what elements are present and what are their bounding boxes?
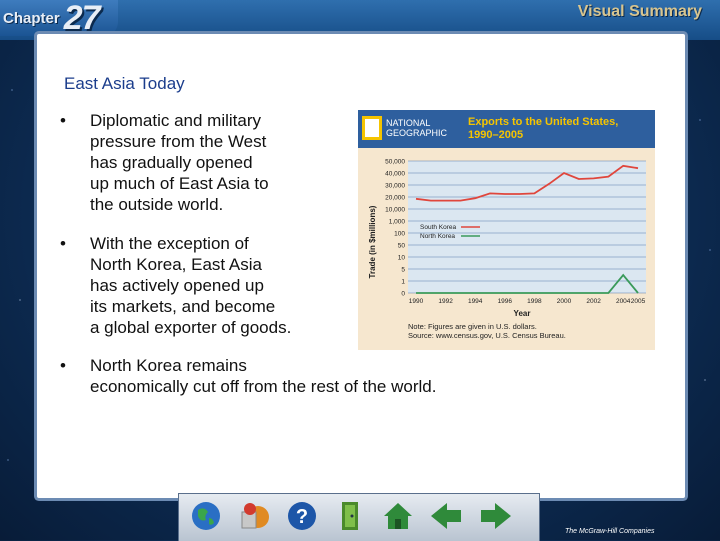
y-tick-label: 10 [398,255,406,262]
shapes-icon[interactable] [237,499,271,533]
y-tick-label: 1 [401,279,405,286]
globe-icon[interactable] [189,499,223,533]
y-tick-label: 50,000 [385,159,405,166]
x-tick-label: 2000 [557,298,572,305]
x-tick-label: 1998 [527,298,542,305]
x-tick-label: 2005 [631,298,646,305]
y-tick-label: 50 [398,243,406,250]
x-tick-label: 1992 [438,298,453,305]
y-axis-label: Trade (in $millions) [368,205,377,278]
publisher-label: The McGraw-Hill Companies [565,528,655,535]
exit-icon[interactable] [333,499,367,533]
bullet-dot: • [60,234,66,253]
navigation-bar: ? [178,493,540,541]
note-line-2: Source: www.census.gov, U.S. Census Bure… [408,331,566,340]
home-icon[interactable] [381,499,415,533]
back-icon[interactable] [429,499,463,533]
bullet-dot: • [60,111,66,130]
y-tick-label: 40,000 [385,171,405,178]
section-label: Visual Summary [577,3,702,20]
chart-figure: NATIONAL GEOGRAPHIC Exports to the Unite… [358,110,655,350]
y-tick-label: 0 [401,291,405,298]
chapter-tab: Chapter 27 [0,0,118,37]
x-tick-label: 1990 [409,298,424,305]
bullet-text: With the exception of North Korea, East … [90,234,292,337]
figure-note: Note: Figures are given in U.S. dollars.… [408,322,566,340]
x-tick-label: 2002 [586,298,601,305]
forward-icon[interactable] [479,499,513,533]
y-tick-label: 20,000 [385,195,405,202]
x-tick-label: 1996 [498,298,513,305]
bullet-dot: • [60,356,66,375]
line-chart: 0 1 5 10 50 100 1,000 10,000 20,000 30,000 40,000 5… [368,159,646,318]
slide-title: East Asia Today [64,74,185,93]
svg-text:?: ? [296,506,308,528]
bullet-text: Diplomatic and military pressure from th… [90,111,269,214]
chapter-word: Chapter [3,9,60,27]
y-tick-label: 30,000 [385,183,405,190]
bullet-text: North Korea remains economically cut off… [90,356,437,396]
y-tick-label: 1,000 [389,219,406,226]
y-tick-label: 10,000 [385,207,405,214]
chapter-number: 27 [63,0,101,37]
help-icon[interactable]: ? [285,499,319,533]
x-tick-label: 2004 [616,298,631,305]
legend-label: North Korea [420,233,455,240]
x-tick-label: 1994 [468,298,483,305]
x-axis-label: Year [514,309,531,318]
note-line-1: Note: Figures are given in U.S. dollars. [408,322,537,331]
legend-label: South Korea [420,224,457,231]
y-tick-label: 5 [401,267,405,274]
y-tick-label: 100 [394,231,405,238]
